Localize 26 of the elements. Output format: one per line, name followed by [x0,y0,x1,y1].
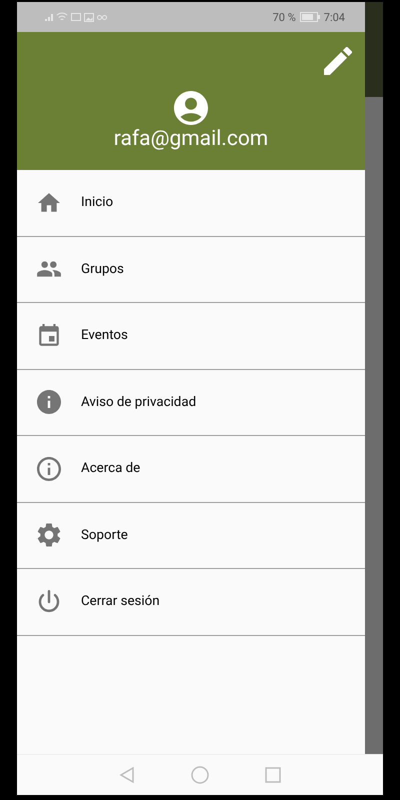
calendar-icon [39,324,59,348]
people-icon [36,260,62,278]
home-icon [38,192,60,213]
edit-button[interactable] [323,46,353,76]
signal-icon [45,12,53,22]
image-icon [84,12,94,22]
home-button-icon[interactable] [191,766,209,784]
recents-icon[interactable] [265,767,281,783]
info-icon [37,390,61,414]
menu-item[interactable]: Aviso de privacidad [17,370,365,436]
dimmed-app-bar [365,2,383,32]
voicemail-icon [97,14,107,20]
power-icon [37,590,61,614]
battery-icon [300,12,320,22]
account-icon [174,91,208,125]
menu-item[interactable]: Soporte [17,502,365,569]
info-outline-icon [37,456,61,481]
status-time: 7:04 [324,10,345,24]
account-email: rafa@gmail.com [114,127,268,151]
screen-icon [71,13,81,21]
wifi-icon [56,12,68,22]
battery-percent: 70 % [272,10,296,24]
settings-icon [37,523,61,548]
menu-item[interactable]: Eventos [17,303,365,370]
pencil-icon [324,47,352,75]
back-icon[interactable] [119,766,135,784]
